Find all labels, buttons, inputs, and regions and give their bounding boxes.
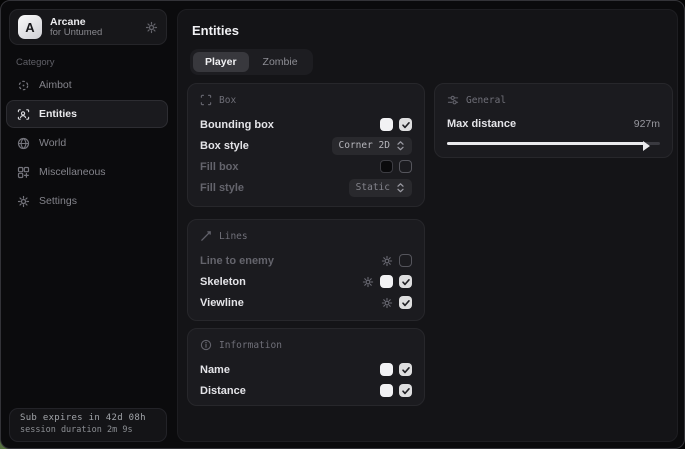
- slider-handle[interactable]: [643, 141, 650, 151]
- lines-section-card: Lines Line to enemy Skeleton Viewline: [187, 219, 425, 321]
- name-color-swatch[interactable]: [380, 363, 393, 376]
- chevron-up-down-icon: [396, 182, 405, 194]
- skeleton-label: Skeleton: [200, 276, 246, 288]
- grid-icon: [17, 166, 30, 179]
- row-line-to-enemy: Line to enemy: [200, 250, 412, 271]
- viewline-label: Viewline: [200, 297, 244, 309]
- section-title-general: General: [466, 95, 506, 106]
- line-to-enemy-label: Line to enemy: [200, 255, 274, 267]
- page-title: Entities: [192, 23, 239, 38]
- gear-icon[interactable]: [145, 21, 158, 34]
- sidebar-item-label: Aimbot: [39, 79, 72, 91]
- sliders-icon: [447, 94, 459, 106]
- section-title-information: Information: [219, 340, 282, 351]
- crosshair-icon: [17, 79, 30, 92]
- row-bounding-box: Bounding box: [200, 114, 412, 135]
- gear-icon[interactable]: [362, 276, 374, 288]
- row-viewline: Viewline: [200, 292, 412, 313]
- box-style-label: Box style: [200, 140, 249, 152]
- line-icon: [200, 230, 212, 242]
- sidebar-item-entities[interactable]: Entities: [6, 100, 168, 128]
- fill-box-checkbox[interactable]: [399, 160, 412, 173]
- skeleton-checkbox[interactable]: [399, 275, 412, 288]
- skeleton-color-swatch[interactable]: [380, 275, 393, 288]
- info-icon: [200, 339, 212, 351]
- row-max-distance: Max distance 927m: [447, 114, 660, 134]
- section-title-lines: Lines: [219, 231, 248, 242]
- max-distance-value: 927m: [634, 118, 660, 130]
- fill-box-color-swatch[interactable]: [380, 160, 393, 173]
- bounding-box-checkbox[interactable]: [399, 118, 412, 131]
- globe-icon: [17, 137, 30, 150]
- brand-name: Arcane: [50, 16, 137, 28]
- brand-card: A Arcane for Untumed: [9, 9, 167, 45]
- session-duration-text: session duration 2m 9s: [20, 425, 156, 435]
- box-style-dropdown[interactable]: Corner 2D: [332, 137, 412, 155]
- name-label: Name: [200, 364, 230, 376]
- sidebar: A Arcane for Untumed Category Aimbot Ent…: [1, 1, 177, 448]
- fill-style-value: Static: [356, 182, 390, 193]
- sub-expiry-text: Sub expires in 42d 08h: [20, 413, 156, 423]
- distance-label: Distance: [200, 385, 246, 397]
- category-label: Category: [16, 57, 55, 68]
- viewline-checkbox[interactable]: [399, 296, 412, 309]
- sidebar-item-miscellaneous[interactable]: Miscellaneous: [6, 158, 168, 186]
- sidebar-item-settings[interactable]: Settings: [6, 187, 168, 215]
- slider-fill: [447, 142, 644, 145]
- sidebar-item-label: Settings: [39, 195, 77, 207]
- row-fill-box: Fill box: [200, 156, 412, 177]
- gear-icon[interactable]: [381, 255, 393, 267]
- information-section-card: Information Name Distance: [187, 328, 425, 406]
- sidebar-item-label: Miscellaneous: [39, 166, 106, 178]
- entity-type-tabs: Player Zombie: [190, 49, 313, 75]
- fill-box-label: Fill box: [200, 161, 239, 173]
- avatar: A: [18, 15, 42, 39]
- tab-player[interactable]: Player: [193, 52, 249, 72]
- sidebar-item-world[interactable]: World: [6, 129, 168, 157]
- max-distance-label: Max distance: [447, 118, 516, 130]
- fill-style-dropdown[interactable]: Static: [349, 179, 412, 197]
- row-box-style: Box style Corner 2D: [200, 135, 412, 156]
- arcane-menu-window: A Arcane for Untumed Category Aimbot Ent…: [0, 0, 685, 449]
- distance-checkbox[interactable]: [399, 384, 412, 397]
- name-checkbox[interactable]: [399, 363, 412, 376]
- row-name: Name: [200, 359, 412, 380]
- row-skeleton: Skeleton: [200, 271, 412, 292]
- sidebar-item-aimbot[interactable]: Aimbot: [6, 71, 168, 99]
- sidebar-item-label: Entities: [39, 108, 77, 120]
- row-fill-style: Fill style Static: [200, 177, 412, 198]
- distance-color-swatch[interactable]: [380, 384, 393, 397]
- fill-style-label: Fill style: [200, 182, 244, 194]
- box-style-value: Corner 2D: [339, 140, 390, 151]
- box-section-card: Box Bounding box Box style Corner 2D Fil…: [187, 83, 425, 207]
- sidebar-nav: Aimbot Entities World Miscellaneous Sett…: [6, 71, 168, 216]
- user-scan-icon: [17, 108, 30, 121]
- general-section-card: General Max distance 927m: [434, 83, 673, 158]
- gear-icon[interactable]: [381, 297, 393, 309]
- scan-box-icon: [200, 94, 212, 106]
- bounding-box-color-swatch[interactable]: [380, 118, 393, 131]
- chevron-up-down-icon: [396, 140, 405, 152]
- line-to-enemy-checkbox[interactable]: [399, 254, 412, 267]
- max-distance-slider[interactable]: [447, 139, 660, 147]
- section-title-box: Box: [219, 95, 236, 106]
- sidebar-item-label: World: [39, 137, 66, 149]
- tab-zombie[interactable]: Zombie: [251, 52, 310, 72]
- subscription-status-card: Sub expires in 42d 08h session duration …: [9, 408, 167, 442]
- row-distance: Distance: [200, 380, 412, 401]
- main-panel: Entities Player Zombie Box Bounding box …: [177, 9, 678, 442]
- bounding-box-label: Bounding box: [200, 119, 274, 131]
- gear-icon: [17, 195, 30, 208]
- brand-subtitle: for Untumed: [50, 28, 137, 39]
